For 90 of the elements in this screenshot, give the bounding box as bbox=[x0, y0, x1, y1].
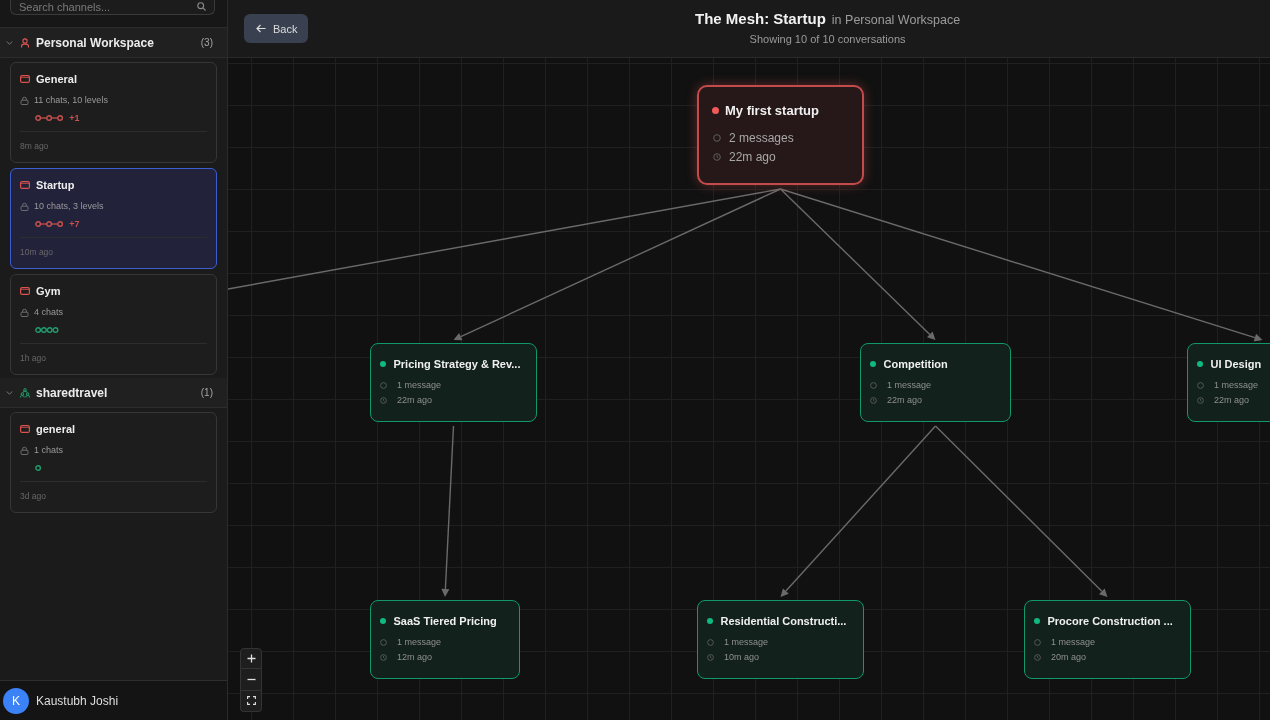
chat-summary: 10 chats, 3 levels bbox=[34, 201, 104, 211]
message-count: 1 message bbox=[397, 637, 442, 647]
node-title: Competition bbox=[883, 358, 948, 370]
conversation-node[interactable]: Procore Construction ... 1 message 20m ago bbox=[1024, 600, 1191, 679]
node-title: UI Design bbox=[1210, 358, 1262, 370]
chat-summary: 1 chats bbox=[34, 445, 64, 455]
clock-icon bbox=[870, 396, 877, 404]
channel-card[interactable]: Gym 4 chats 1h ago bbox=[10, 274, 217, 375]
clock-icon bbox=[380, 396, 387, 404]
people-icon bbox=[20, 387, 30, 398]
clock-icon bbox=[380, 653, 387, 661]
frame-icon bbox=[20, 181, 30, 189]
lock-icon bbox=[20, 201, 29, 211]
group-header[interactable]: Personal Workspace (3) bbox=[0, 28, 227, 58]
ring-icon bbox=[380, 638, 387, 646]
channel-name: Startup bbox=[36, 179, 75, 191]
updated-time: 1h ago bbox=[20, 353, 46, 363]
node-title: Pricing Strategy & Rev... bbox=[393, 358, 521, 370]
ring-icon bbox=[1197, 381, 1204, 389]
message-count: 1 message bbox=[724, 637, 769, 647]
updated-time: 3d ago bbox=[20, 491, 46, 501]
ring-icon bbox=[1034, 638, 1041, 646]
conversation-node[interactable]: Competition 1 message 22m ago bbox=[860, 343, 1011, 422]
frame-icon bbox=[20, 75, 30, 83]
message-count: 1 message bbox=[397, 380, 442, 390]
chat-summary: 4 chats bbox=[34, 307, 64, 317]
search-icon bbox=[197, 2, 206, 11]
zoom-in-button[interactable] bbox=[240, 647, 262, 669]
frame-icon bbox=[20, 287, 30, 295]
channel-name: general bbox=[36, 423, 76, 435]
workspace-context: in Personal Workspace bbox=[831, 13, 961, 27]
chat-summary: 11 chats, 10 levels bbox=[34, 95, 108, 105]
message-count: 1 message bbox=[1214, 380, 1259, 390]
lock-icon bbox=[20, 307, 29, 317]
user-avatar: K bbox=[3, 687, 29, 714]
search-field[interactable]: Search channels... bbox=[10, 0, 215, 15]
conversation-node[interactable]: Pricing Strategy & Rev... 1 message 22m ago bbox=[370, 343, 537, 422]
arrow-left-icon bbox=[256, 24, 266, 33]
conversation-node[interactable]: UI Design 1 message 22m ago bbox=[1187, 343, 1270, 422]
group-header[interactable]: sharedtravel (1) bbox=[0, 378, 227, 408]
lock-icon bbox=[20, 445, 29, 455]
node-time: 12m ago bbox=[397, 652, 433, 662]
updated-time: 10m ago bbox=[20, 247, 54, 257]
channel-card[interactable]: Startup 10 chats, 3 levels +7 10m ago bbox=[10, 168, 217, 269]
group-count: (1) bbox=[200, 387, 213, 398]
conversation-node[interactable]: My first startup 2 messages 22m ago bbox=[697, 85, 864, 185]
clock-icon bbox=[1034, 653, 1041, 661]
more-count: +1 bbox=[69, 113, 80, 123]
channel-card[interactable]: general 1 chats 3d ago bbox=[10, 412, 217, 513]
message-count: 1 message bbox=[1051, 637, 1096, 647]
clock-icon bbox=[713, 153, 721, 161]
frame-icon bbox=[20, 425, 30, 433]
node-title: Residential Constructi... bbox=[720, 615, 847, 627]
user-bar[interactable]: K Kaustubh Joshi bbox=[0, 680, 227, 720]
ring-icon bbox=[707, 638, 714, 646]
conversation-count: Showing 10 of 10 conversations bbox=[749, 33, 906, 45]
node-time: 22m ago bbox=[729, 150, 776, 164]
channel-name: Gym bbox=[36, 285, 61, 297]
back-button[interactable]: Back bbox=[244, 14, 308, 43]
user-name: Kaustubh Joshi bbox=[36, 693, 119, 708]
group-name: sharedtravel bbox=[36, 385, 108, 400]
fullscreen-icon bbox=[246, 696, 256, 706]
node-time: 20m ago bbox=[1051, 652, 1087, 662]
channel-name: General bbox=[36, 73, 77, 85]
node-title: Procore Construction ... bbox=[1047, 615, 1173, 627]
page-title: The Mesh: Startup bbox=[695, 10, 826, 27]
conversation-node[interactable]: Residential Constructi... 1 message 10m ago bbox=[697, 600, 864, 679]
lock-icon bbox=[20, 95, 29, 105]
ring-icon bbox=[713, 134, 721, 142]
more-count: +7 bbox=[69, 219, 80, 229]
clock-icon bbox=[1197, 396, 1204, 404]
person-icon bbox=[20, 37, 30, 48]
channel-card[interactable]: General 11 chats, 10 levels +1 8m ago bbox=[10, 62, 217, 163]
node-title: My first startup bbox=[725, 102, 819, 118]
conversation-node[interactable]: SaaS Tiered Pricing 1 message 12m ago bbox=[370, 600, 520, 679]
group-name: Personal Workspace bbox=[36, 35, 154, 50]
updated-time: 8m ago bbox=[20, 141, 49, 151]
plus-icon bbox=[246, 653, 256, 663]
fit-view-button[interactable] bbox=[240, 690, 262, 712]
node-time: 10m ago bbox=[724, 652, 760, 662]
node-title: SaaS Tiered Pricing bbox=[393, 615, 497, 627]
node-time: 22m ago bbox=[1214, 395, 1250, 405]
group-count: (3) bbox=[200, 37, 213, 48]
clock-icon bbox=[707, 653, 714, 661]
message-count: 2 messages bbox=[729, 131, 794, 145]
ring-icon bbox=[870, 381, 877, 389]
node-time: 22m ago bbox=[397, 395, 433, 405]
ring-icon bbox=[380, 381, 387, 389]
node-time: 22m ago bbox=[887, 395, 923, 405]
message-count: 1 message bbox=[887, 380, 932, 390]
